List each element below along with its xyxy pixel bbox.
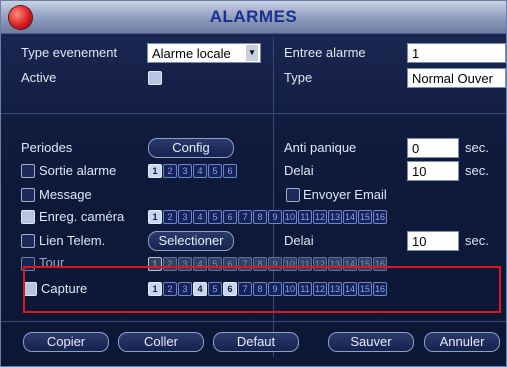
channel-14-toggle[interactable]: 14: [343, 210, 357, 224]
sortie-alarme-checkbox[interactable]: [21, 164, 35, 178]
envoyer-email-label: Envoyer Email: [303, 187, 387, 202]
delai-field[interactable]: 10: [407, 161, 459, 181]
channel-3-toggle[interactable]: 3: [178, 210, 192, 224]
channel-16-toggle[interactable]: 16: [373, 210, 387, 224]
sortie-alarme-label: Sortie alarme: [39, 163, 117, 178]
lien-telem-label: Lien Telem.: [39, 233, 106, 248]
anti-panique-unit: sec.: [465, 140, 489, 155]
entree-alarme-label: Entree alarme: [284, 45, 366, 60]
sauver-button[interactable]: Sauver: [328, 332, 414, 352]
window-title: ALARMES: [209, 7, 298, 26]
anti-panique-label: Anti panique: [284, 140, 357, 155]
delai-label: Delai: [284, 163, 314, 178]
channel-4-toggle[interactable]: 4: [193, 210, 207, 224]
divider: [1, 113, 506, 114]
enreg-camera-channels: 1 2 3 4 5 6 7 8 9 10 11 12 13 14 15 16: [148, 210, 387, 224]
channel-11-toggle[interactable]: 11: [298, 210, 312, 224]
delai-unit: sec.: [465, 163, 489, 178]
channel-9-toggle[interactable]: 9: [268, 210, 282, 224]
channel-12-toggle[interactable]: 12: [313, 210, 327, 224]
delai-unit: sec.: [465, 233, 489, 248]
channel-10-toggle[interactable]: 10: [283, 210, 297, 224]
coller-button[interactable]: Coller: [118, 332, 204, 352]
channel-3-toggle[interactable]: 3: [178, 164, 192, 178]
periodes-label: Periodes: [21, 140, 73, 155]
sortie-alarme-channels: 123456: [148, 164, 237, 178]
channel-5-toggle[interactable]: 5: [208, 210, 222, 224]
channel-15-toggle[interactable]: 15: [358, 210, 372, 224]
active-label: Active: [21, 70, 57, 85]
channel-4-toggle[interactable]: 4: [193, 164, 207, 178]
alarm-window: ALARMES Type evenement Alarme locale ▼ E…: [0, 0, 507, 367]
config-button[interactable]: Config: [148, 138, 234, 158]
type-field[interactable]: Normal Ouver: [407, 68, 506, 88]
type-label: Type: [284, 70, 313, 85]
chevron-down-icon[interactable]: ▼: [246, 45, 258, 61]
copier-button[interactable]: Copier: [23, 332, 109, 352]
type-evenement-value: Alarme locale: [152, 46, 231, 61]
annuler-button[interactable]: Annuler: [424, 332, 500, 352]
type-evenement-label: Type evenement: [21, 45, 118, 60]
enreg-camera-checkbox[interactable]: [21, 210, 35, 224]
type-evenement-select[interactable]: Alarme locale ▼: [147, 43, 261, 63]
channel-7-toggle[interactable]: 7: [238, 210, 252, 224]
delai-label: Delai: [284, 233, 314, 248]
message-checkbox[interactable]: [21, 188, 35, 202]
message-label: Message: [39, 187, 92, 202]
channel-6-toggle[interactable]: 6: [223, 164, 237, 178]
highlight-box: [23, 266, 501, 313]
channel-2-toggle[interactable]: 2: [163, 210, 177, 224]
delai-field[interactable]: 10: [407, 231, 459, 251]
channel-8-toggle[interactable]: 8: [253, 210, 267, 224]
envoyer-email-checkbox[interactable]: [286, 188, 300, 202]
enreg-camera-label: Enreg. caméra: [39, 209, 125, 224]
anti-panique-field[interactable]: 0: [407, 138, 459, 158]
divider: [1, 321, 506, 322]
channel-1-toggle[interactable]: 1: [148, 210, 162, 224]
channel-6-toggle[interactable]: 6: [223, 210, 237, 224]
entree-alarme-field[interactable]: 1: [407, 43, 506, 63]
active-checkbox[interactable]: [148, 71, 162, 85]
channel-13-toggle[interactable]: 13: [328, 210, 342, 224]
title-bar: ALARMES: [1, 1, 506, 34]
selectioner-button[interactable]: Selectioner: [148, 231, 234, 251]
defaut-button[interactable]: Defaut: [213, 332, 299, 352]
channel-1-toggle[interactable]: 1: [148, 164, 162, 178]
channel-5-toggle[interactable]: 5: [208, 164, 222, 178]
channel-2-toggle[interactable]: 2: [163, 164, 177, 178]
lien-telem-checkbox[interactable]: [21, 234, 35, 248]
